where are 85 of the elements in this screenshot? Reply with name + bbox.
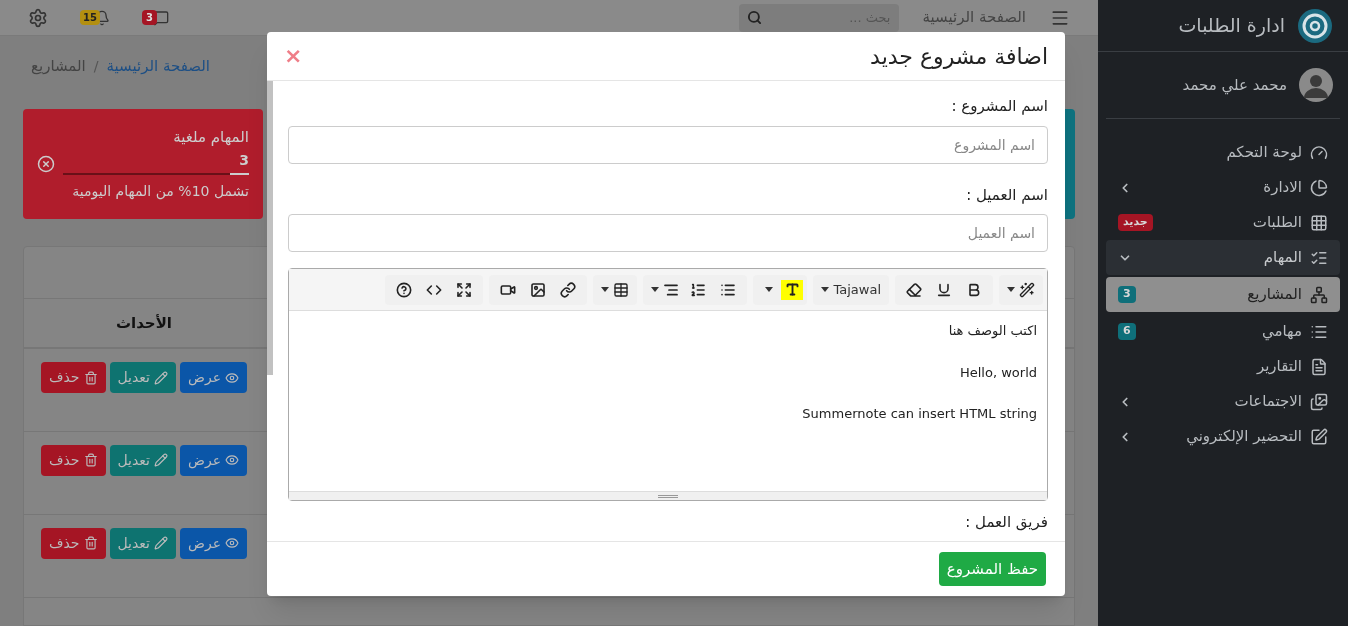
close-button[interactable]: × bbox=[284, 45, 303, 67]
highlight-button[interactable] bbox=[781, 279, 804, 300]
save-button[interactable]: حفظ المشروع bbox=[938, 552, 1046, 586]
table-icon bbox=[613, 281, 630, 298]
field-label: اسم المشروع : bbox=[950, 96, 1048, 117]
item-label: الاجتماعات bbox=[1234, 391, 1302, 413]
caret-icon bbox=[1007, 287, 1015, 292]
messages-button[interactable]: 3 bbox=[141, 9, 169, 26]
pie-chart-icon bbox=[1310, 178, 1328, 197]
pencil-icon bbox=[154, 453, 168, 467]
field-label: اسم العميل : bbox=[965, 184, 1048, 206]
count-badge: 3 bbox=[141, 10, 157, 25]
caret-icon bbox=[765, 287, 774, 292]
item-label: المشاريع bbox=[1247, 284, 1302, 306]
cancel-icon bbox=[37, 155, 55, 173]
action-button[interactable]: تعديل bbox=[109, 362, 176, 393]
caret-icon bbox=[651, 287, 660, 292]
action-button[interactable]: تعديل bbox=[109, 527, 176, 559]
action-button[interactable]: تعديل bbox=[109, 444, 176, 476]
stat-title: المهام ملغية bbox=[172, 126, 249, 148]
item-badge: 6 bbox=[1118, 323, 1136, 340]
images-icon bbox=[1310, 392, 1328, 411]
breadcrumb-separator: / bbox=[93, 56, 99, 76]
item-badge: 3 bbox=[1118, 286, 1136, 303]
item-label: لوحة التحكم bbox=[1226, 142, 1302, 164]
count-badge: 15 bbox=[80, 10, 100, 25]
editor-paragraph: اكتب الوصف هنا bbox=[947, 322, 1037, 341]
sidebar-item[interactable]: التحضير الإلكتروني bbox=[1106, 419, 1340, 454]
item-label: مهامي bbox=[1261, 321, 1302, 343]
action-button[interactable]: عرض bbox=[180, 444, 247, 476]
item-label: المهام bbox=[1263, 247, 1302, 269]
edit-icon bbox=[1310, 427, 1328, 446]
action-button[interactable]: حذف bbox=[41, 362, 106, 393]
sidebar-item[interactable]: الاجتماعات bbox=[1106, 384, 1340, 419]
eye-icon bbox=[225, 453, 239, 467]
user-name: محمد علي محمد bbox=[1182, 74, 1287, 97]
sidebar-item[interactable]: الطلبات جديد bbox=[1106, 205, 1340, 240]
item-label: الادارة bbox=[1263, 177, 1302, 199]
sidebar-item[interactable]: لوحة التحكم bbox=[1106, 135, 1340, 170]
editor-paragraph: Summernote can insert HTML string bbox=[801, 405, 1037, 423]
magic-wand-icon bbox=[1019, 281, 1035, 298]
modal-title: اضافة مشروع جديد bbox=[870, 42, 1048, 71]
stat-note: تشمل 10% من المهام اليومية bbox=[71, 182, 249, 202]
action-button[interactable]: عرض bbox=[180, 527, 247, 559]
align-icon bbox=[663, 281, 680, 298]
search-icon bbox=[746, 10, 762, 25]
settings-icon[interactable] bbox=[28, 7, 48, 28]
column-header: الأحداث bbox=[24, 299, 264, 348]
editor-paragraph: Hello, world bbox=[959, 363, 1037, 382]
item-label: الطلبات bbox=[1252, 212, 1302, 234]
sidebar-item[interactable]: المهام bbox=[1106, 240, 1340, 275]
notifications-button[interactable]: 15 bbox=[80, 9, 110, 26]
item-badge: جديد bbox=[1118, 214, 1153, 231]
breadcrumb-link[interactable]: الصفحة الرئيسية bbox=[106, 54, 210, 78]
brand-title: ادارة الطلبات bbox=[1178, 13, 1285, 39]
caret-icon bbox=[821, 287, 830, 292]
sidebar-item[interactable]: الادارة bbox=[1106, 170, 1340, 205]
pencil-icon bbox=[154, 536, 168, 550]
field-label: فريق العمل : bbox=[965, 513, 1048, 531]
network-icon bbox=[1310, 285, 1328, 304]
gauge-icon bbox=[1310, 143, 1328, 162]
grid-icon bbox=[1310, 213, 1328, 232]
input-field[interactable]: اسم العميل bbox=[288, 214, 1048, 252]
item-label: التحضير الإلكتروني bbox=[1186, 426, 1302, 448]
resize-handle[interactable] bbox=[289, 491, 1047, 500]
text-color-icon bbox=[784, 282, 800, 297]
breadcrumb-current: المشاريع bbox=[31, 55, 86, 77]
action-button[interactable]: حذف bbox=[41, 527, 106, 559]
input-field[interactable]: اسم المشروع bbox=[288, 125, 1048, 164]
home-link[interactable]: الصفحة الرئيسية bbox=[922, 6, 1026, 29]
caret-icon bbox=[601, 287, 610, 292]
avatar-icon bbox=[1299, 68, 1333, 102]
document-icon bbox=[1310, 357, 1328, 376]
logo-icon bbox=[1297, 7, 1333, 44]
trash-icon bbox=[83, 453, 98, 467]
eye-icon bbox=[225, 370, 239, 385]
sidebar-item[interactable]: التقارير bbox=[1106, 349, 1340, 384]
pencil-icon bbox=[154, 370, 168, 385]
action-button[interactable]: حذف bbox=[41, 444, 106, 476]
trash-icon bbox=[83, 370, 98, 385]
stat-value: 3 bbox=[238, 151, 249, 171]
item-label: التقارير bbox=[1256, 356, 1302, 378]
eye-icon bbox=[225, 536, 239, 550]
action-button[interactable]: عرض bbox=[180, 362, 247, 393]
trash-icon bbox=[83, 536, 98, 550]
